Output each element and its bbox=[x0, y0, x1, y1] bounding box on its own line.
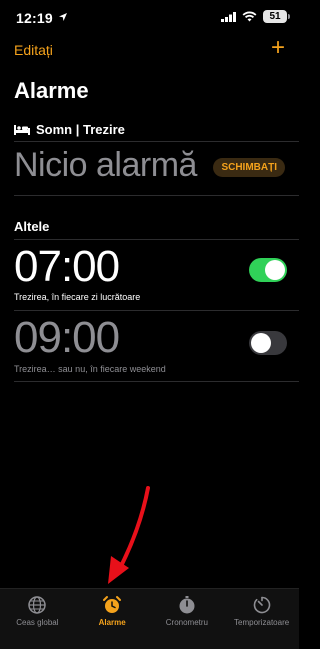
tab-label: Cronometru bbox=[165, 618, 208, 627]
tab-label: Ceas global bbox=[16, 618, 59, 627]
alarm-clock-icon bbox=[103, 596, 122, 613]
tab-world-clock[interactable]: Ceas global bbox=[0, 589, 75, 649]
tab-label: Alarme bbox=[98, 618, 126, 627]
stopwatch-icon bbox=[179, 596, 195, 614]
annotation-arrow-icon bbox=[108, 486, 150, 584]
tab-timers[interactable]: Temporizatoare bbox=[224, 589, 299, 649]
tab-label: Temporizatoare bbox=[234, 618, 290, 627]
globe-icon bbox=[28, 596, 47, 614]
tab-stopwatch[interactable]: Cronometru bbox=[150, 589, 225, 649]
tab-bar: Ceas global Alarme Cronometru Temporizat… bbox=[0, 588, 299, 649]
tab-alarms[interactable]: Alarme bbox=[75, 589, 150, 649]
timer-icon bbox=[253, 596, 270, 614]
